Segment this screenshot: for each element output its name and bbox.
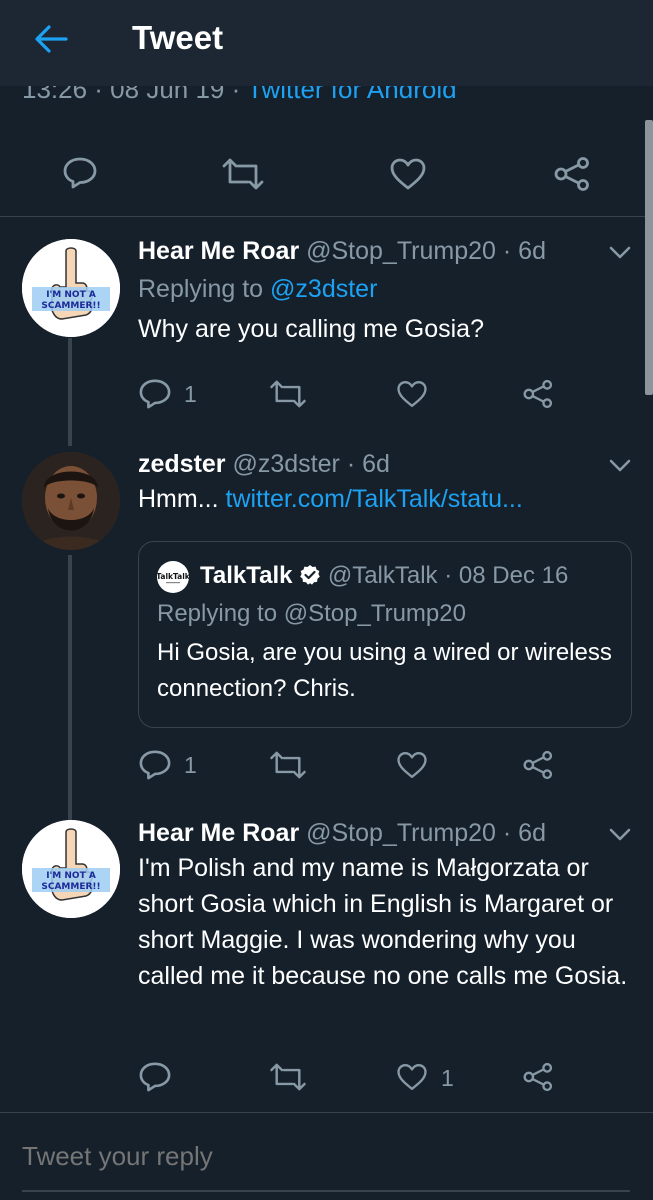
thread-line [68, 555, 72, 820]
tweet-text: Why are you calling me Gosia? [138, 315, 484, 343]
reply-count: 1 [184, 752, 197, 778]
quoted-display-name: TalkTalk [200, 562, 293, 589]
divider [0, 216, 653, 217]
quoted-replying-to: Replying to @Stop_Trump20 [157, 600, 466, 627]
svg-text:I'M NOT A: I'M NOT A [46, 871, 96, 881]
replying-to: Replying to @z3dster [138, 275, 377, 304]
reply-count: 1 [184, 381, 197, 407]
reply-icon[interactable] [138, 1061, 172, 1093]
svg-text:I'M NOT A: I'M NOT A [46, 290, 96, 300]
tweet-time: · 6d [346, 450, 390, 478]
reply-input-underline [22, 1190, 630, 1192]
share-icon[interactable] [523, 379, 553, 409]
replying-to-label: Replying to [138, 275, 264, 303]
chevron-down-icon[interactable] [609, 828, 631, 842]
like-count: 1 [441, 1065, 454, 1091]
user-handle[interactable]: @Stop_Trump20 [306, 237, 496, 265]
retweet-icon[interactable] [220, 158, 266, 190]
avatar[interactable] [22, 452, 120, 550]
quoted-user-handle: @TalkTalk [327, 562, 438, 589]
retweet-icon[interactable] [268, 1063, 308, 1091]
tweet-time: · 6d [502, 819, 546, 847]
reply-icon[interactable] [62, 156, 98, 190]
talktalk-logo-icon: TalkTalk [157, 572, 189, 584]
tweet-text-prefix: Hmm... [138, 485, 226, 513]
verified-badge-icon [300, 565, 320, 585]
quoted-tweet-time: · 08 Dec 16 [444, 562, 569, 589]
replying-to-handle[interactable]: @z3dster [270, 275, 377, 303]
back-arrow-icon[interactable] [34, 24, 68, 54]
retweet-icon[interactable] [268, 380, 308, 408]
tweet-text: I'm Polish and my name is Małgorzata or … [138, 854, 628, 990]
page-title: Tweet [132, 19, 224, 56]
tweet-header: Hear Me Roar @Stop_Trump20 · 6d [138, 237, 546, 266]
tweet-header: zedster @z3dster · 6d [138, 450, 390, 479]
quoted-avatar[interactable]: TalkTalk [157, 561, 189, 593]
thread-line [68, 338, 72, 446]
retweet-icon[interactable] [268, 751, 308, 779]
quoted-tweet-header: TalkTalk @TalkTalk · 08 Dec 16 [200, 562, 568, 590]
reply-icon[interactable] [138, 378, 172, 410]
avatar[interactable]: I'M NOT A SCAMMER!! [22, 820, 120, 918]
scrollbar[interactable] [645, 120, 653, 395]
tweet-link[interactable]: twitter.com/TalkTalk/statu... [226, 485, 523, 513]
reply-input[interactable] [22, 1141, 622, 1172]
like-icon[interactable] [396, 379, 428, 409]
top-app-bar: Tweet [0, 0, 653, 86]
quoted-tweet-text: Hi Gosia, are you using a wired or wirel… [157, 639, 612, 702]
reply-icon[interactable] [138, 749, 172, 781]
share-icon[interactable] [523, 1062, 553, 1092]
user-handle[interactable]: @z3dster [233, 450, 340, 478]
svg-text:TalkTalk: TalkTalk [157, 572, 189, 581]
avatar[interactable]: I'M NOT A SCAMMER!! [22, 239, 120, 337]
display-name[interactable]: zedster [138, 450, 226, 478]
display-name[interactable]: Hear Me Roar [138, 819, 299, 847]
middle-finger-avatar-image: I'M NOT A SCAMMER!! [22, 239, 120, 337]
tweet-text: Hmm... twitter.com/TalkTalk/statu... [138, 481, 628, 517]
middle-finger-avatar-image: I'M NOT A SCAMMER!! [22, 820, 120, 918]
chevron-down-icon[interactable] [609, 246, 631, 260]
like-icon[interactable] [396, 1062, 428, 1092]
like-icon[interactable] [389, 157, 427, 191]
portrait-avatar-image [22, 452, 120, 550]
display-name[interactable]: Hear Me Roar [138, 237, 299, 265]
share-icon[interactable] [554, 157, 590, 191]
tweet-header: Hear Me Roar @Stop_Trump20 · 6d [138, 819, 546, 848]
tweet-time: · 6d [502, 237, 546, 265]
svg-text:SCAMMER!!: SCAMMER!! [41, 301, 100, 311]
user-handle[interactable]: @Stop_Trump20 [306, 819, 496, 847]
like-icon[interactable] [396, 750, 428, 780]
chevron-down-icon[interactable] [609, 459, 631, 473]
share-icon[interactable] [523, 750, 553, 780]
svg-text:SCAMMER!!: SCAMMER!! [41, 882, 100, 892]
